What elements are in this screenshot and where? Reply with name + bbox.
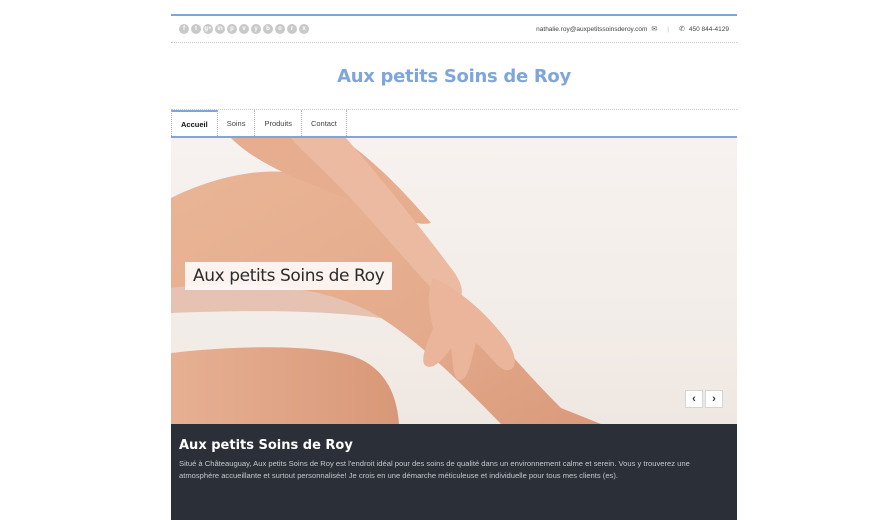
instagram-icon[interactable]: o: [275, 24, 285, 34]
chevron-left-icon[interactable]: ‹: [685, 390, 703, 408]
xing-icon[interactable]: x: [299, 24, 309, 34]
hero-caption: Aux petits Soins de Roy: [185, 262, 393, 290]
website-frame: f t g+ in p v y b o r x nathalie.roy@aux…: [171, 14, 737, 520]
intro-text: Situé à Châteauguay, Aux petits Soins de…: [179, 459, 690, 480]
chevron-right-icon[interactable]: ›: [705, 390, 723, 408]
hero-slider: Aux petits Soins de Roy ‹ ›: [171, 138, 737, 424]
rss-icon[interactable]: r: [287, 24, 297, 34]
nav-item-accueil[interactable]: Accueil: [171, 110, 218, 136]
linkedin-icon[interactable]: in: [215, 24, 225, 34]
contact-separator: |: [667, 25, 669, 33]
pinterest-icon[interactable]: p: [227, 24, 237, 34]
blog-icon[interactable]: b: [263, 24, 273, 34]
intro-title: Aux petits Soins de Roy: [179, 438, 353, 453]
top-bar: f t g+ in p v y b o r x nathalie.roy@aux…: [171, 16, 737, 42]
nav-item-contact[interactable]: Contact: [302, 110, 347, 136]
social-icons: f t g+ in p v y b o r x: [179, 24, 309, 34]
vimeo-icon[interactable]: v: [239, 24, 249, 34]
main-nav: Accueil Soins Produits Contact: [171, 110, 737, 138]
envelope-icon: ✉: [651, 26, 658, 33]
phone-number[interactable]: 450 844-4129: [689, 26, 729, 33]
site-title[interactable]: Aux petits Soins de Roy: [337, 66, 571, 87]
nav-item-soins[interactable]: Soins: [218, 110, 256, 136]
facebook-icon[interactable]: f: [179, 24, 189, 34]
youtube-icon[interactable]: y: [251, 24, 261, 34]
email-link[interactable]: nathalie.roy@auxpetitssoinsderoy.com: [536, 26, 647, 33]
intro-section: Aux petits Soins de Roy Situé à Châteaug…: [171, 424, 737, 520]
google-plus-icon[interactable]: g+: [203, 24, 213, 34]
nav-item-produits[interactable]: Produits: [255, 110, 302, 136]
slider-controls: ‹ ›: [685, 390, 723, 408]
contact-info: nathalie.roy@auxpetitssoinsderoy.com ✉ |…: [536, 25, 729, 34]
phone-icon: ✆: [679, 26, 685, 33]
site-header: Aux petits Soins de Roy: [171, 43, 737, 109]
twitter-icon[interactable]: t: [191, 24, 201, 34]
